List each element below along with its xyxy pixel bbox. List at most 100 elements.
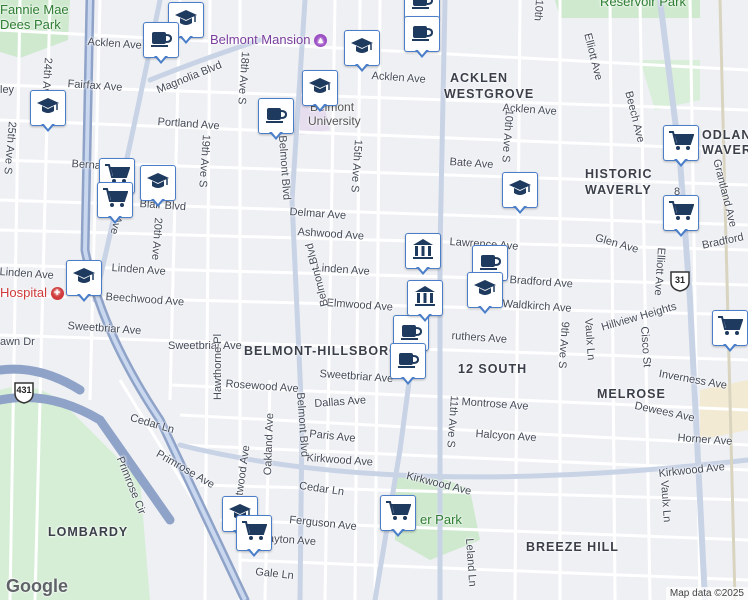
marker-box	[344, 30, 380, 66]
bank-icon	[413, 285, 437, 312]
fannie-mae-dees-park-label[interactable]: Fannie Mae Dees Park	[0, 2, 69, 32]
hood-breeze-hill: BREEZE HILL	[526, 540, 619, 554]
hood-lombardy: LOMBARDY	[48, 525, 129, 539]
marker-box	[404, 16, 440, 52]
school-marker[interactable]	[30, 90, 66, 132]
grocery-marker[interactable]	[663, 125, 699, 167]
grocery-marker[interactable]	[97, 182, 133, 224]
street-hawthorne-pl: Hawthorne Pl	[212, 333, 224, 400]
bank-icon	[411, 238, 435, 265]
graduation-cap-icon	[72, 266, 96, 291]
marker-box	[380, 495, 416, 531]
route-number: 431	[16, 385, 32, 395]
marker-pointer	[355, 62, 369, 72]
marker-box	[407, 280, 443, 316]
shopping-cart-icon	[668, 200, 695, 227]
us-431-shield: 431	[12, 380, 36, 409]
marker-pointer	[391, 527, 405, 537]
cafe-marker[interactable]	[404, 16, 440, 58]
marker-box	[405, 233, 441, 269]
shopping-cart-icon	[668, 130, 695, 157]
marker-box	[390, 343, 426, 379]
coffee-cup-icon	[399, 321, 423, 346]
school-marker[interactable]	[344, 30, 380, 72]
marker-pointer	[179, 34, 193, 44]
map-canvas[interactable]: ACKLEN WESTGROVE HISTORIC WAVERLY BELMON…	[0, 0, 748, 600]
grocery-marker[interactable]	[236, 515, 272, 557]
belmont-mansion-text: Belmont Mansion	[210, 32, 311, 47]
cafe-marker[interactable]	[143, 22, 179, 64]
grocery-marker[interactable]	[380, 495, 416, 537]
park-label-line: Fannie Mae	[0, 2, 69, 17]
graduation-cap-icon	[473, 278, 497, 303]
school-marker[interactable]	[140, 165, 176, 207]
marker-pointer	[723, 342, 737, 352]
marker-pointer	[513, 204, 527, 214]
street-oakland-ave: Oakland Ave	[262, 412, 277, 476]
marker-box	[502, 172, 538, 208]
marker-box	[30, 90, 66, 126]
university-label-line: University	[308, 114, 361, 128]
hood-line: HISTORIC	[585, 167, 653, 181]
grocery-marker[interactable]	[712, 310, 748, 352]
marker-pointer	[674, 227, 688, 237]
bank-marker[interactable]	[407, 280, 443, 322]
cafe-marker[interactable]	[390, 343, 426, 385]
hood-waverly-edge: WAVERLY	[702, 143, 748, 157]
marker-pointer	[674, 157, 688, 167]
marker-pointer	[151, 197, 165, 207]
google-logo: Google	[6, 576, 68, 596]
marker-box	[236, 515, 272, 551]
marker-box	[467, 272, 503, 308]
shopping-cart-icon	[717, 315, 744, 342]
shopping-cart-icon	[241, 520, 268, 547]
hood-line: ACKLEN	[450, 71, 509, 85]
map-attribution[interactable]: Map data ©2025	[665, 587, 748, 600]
hospital-icon: +	[50, 287, 64, 301]
park-label[interactable]: er Park	[420, 512, 462, 527]
hood-acklen-westgrove: ACKLEN WESTGROVE	[444, 70, 534, 102]
marker-pointer	[269, 130, 283, 140]
school-marker[interactable]	[467, 272, 503, 314]
hood-odlan: ODLAN	[702, 128, 748, 142]
hood-historic-waverly: HISTORIC WAVERLY	[585, 166, 653, 198]
street-ley: ley	[0, 84, 15, 96]
marker-box	[140, 165, 176, 201]
graduation-cap-icon	[146, 171, 170, 196]
marker-pointer	[401, 375, 415, 385]
marker-pointer	[77, 292, 91, 302]
coffee-cup-icon	[149, 28, 173, 53]
marker-box	[663, 195, 699, 231]
hood-melrose: MELROSE	[597, 387, 666, 401]
school-marker[interactable]	[302, 70, 338, 112]
graduation-cap-icon	[508, 178, 532, 203]
coffee-cup-icon	[410, 22, 434, 47]
coffee-cup-icon	[410, 0, 434, 15]
reservoir-park-label[interactable]: Reservoir Park	[600, 0, 686, 9]
graduation-cap-icon	[36, 96, 60, 121]
cafe-marker[interactable]	[258, 98, 294, 140]
graduation-cap-icon	[350, 36, 374, 61]
marker-pointer	[108, 214, 122, 224]
marker-pointer	[41, 122, 55, 132]
coffee-cup-icon	[264, 104, 288, 129]
coffee-cup-icon	[396, 349, 420, 374]
route-number: 31	[674, 275, 685, 285]
grocery-marker[interactable]	[663, 195, 699, 237]
shopping-cart-icon	[102, 187, 129, 214]
school-marker[interactable]	[66, 260, 102, 302]
museum-icon: ▲	[314, 34, 328, 48]
marker-pointer	[154, 54, 168, 64]
marker-box	[143, 22, 179, 58]
marker-pointer	[418, 312, 432, 322]
street-10th: 10th	[531, 0, 545, 22]
school-marker[interactable]	[502, 172, 538, 214]
street-sweetbriar-ave: Sweetbriar Ave	[168, 340, 242, 352]
belmont-mansion-label[interactable]: Belmont Mansion ▲	[210, 32, 328, 48]
park-label-line: Dees Park	[0, 17, 61, 32]
hospital-text: Hospital	[0, 285, 47, 300]
hospital-label[interactable]: Hospital +	[0, 285, 64, 301]
marker-pointer	[415, 48, 429, 58]
hood-12-south: 12 SOUTH	[458, 362, 528, 376]
bank-marker[interactable]	[405, 233, 441, 275]
